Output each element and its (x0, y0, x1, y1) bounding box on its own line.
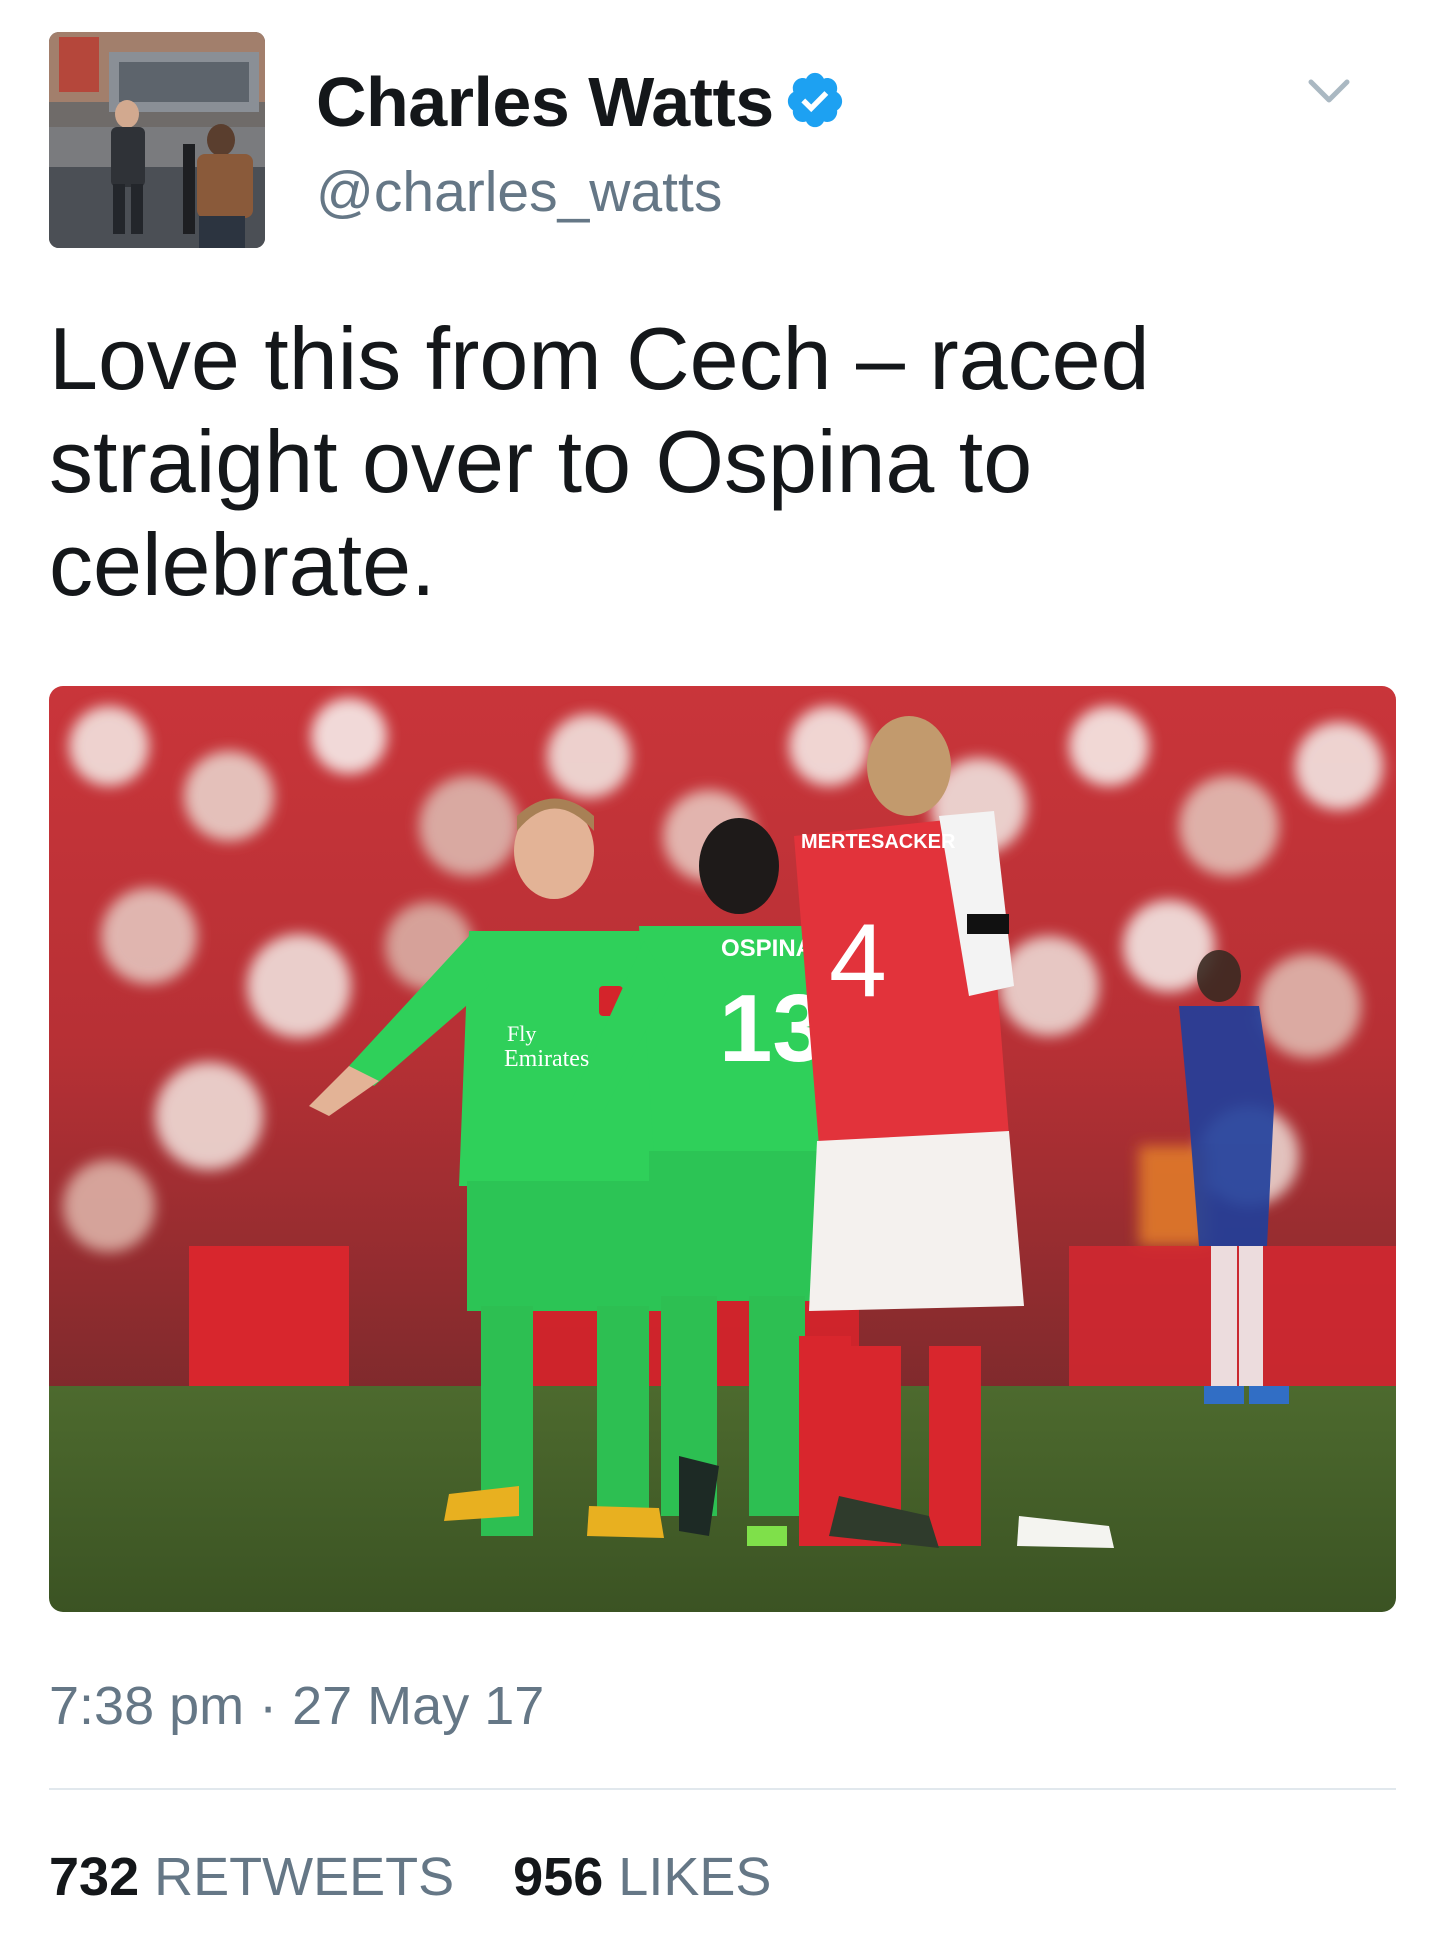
likes-label: LIKES (618, 1847, 772, 1907)
celebration-photo: Fly Emirates OSPINA 13 MERTESACKER 4 (49, 686, 1396, 1612)
retweets-count: 732 (49, 1847, 140, 1907)
avatar[interactable] (49, 32, 265, 248)
avatar-photo (49, 32, 265, 248)
sponsor-text: Emirates (504, 1046, 589, 1072)
user-handle[interactable]: @charles_watts (316, 159, 722, 225)
divider (49, 1788, 1396, 1790)
likes-stat[interactable]: 956 LIKES (513, 1846, 771, 1908)
retweets-stat[interactable]: 732 RETWEETS (49, 1846, 454, 1908)
likes-count: 956 (513, 1847, 604, 1907)
tweet-text: Love this from Cech – raced straight ove… (49, 309, 1150, 614)
tweet-timestamp[interactable]: 7:38 pm · 27 May 17 (49, 1675, 544, 1737)
jersey-number-mertesacker: 4 (829, 903, 887, 1019)
svg-text:Fly: Fly (507, 1021, 536, 1046)
display-name[interactable]: Charles Watts (316, 62, 774, 142)
jersey-name-mertesacker: MERTESACKER (801, 831, 956, 853)
retweets-label: RETWEETS (154, 1847, 455, 1907)
chevron-down-icon[interactable] (1307, 74, 1351, 108)
verified-badge-icon (787, 72, 843, 128)
jersey-name-ospina: OSPINA (721, 935, 813, 962)
tweet-photo[interactable]: Fly Emirates OSPINA 13 MERTESACKER 4 (49, 686, 1396, 1612)
tweet-stats: 732 RETWEETS 956 LIKES (49, 1846, 771, 1908)
